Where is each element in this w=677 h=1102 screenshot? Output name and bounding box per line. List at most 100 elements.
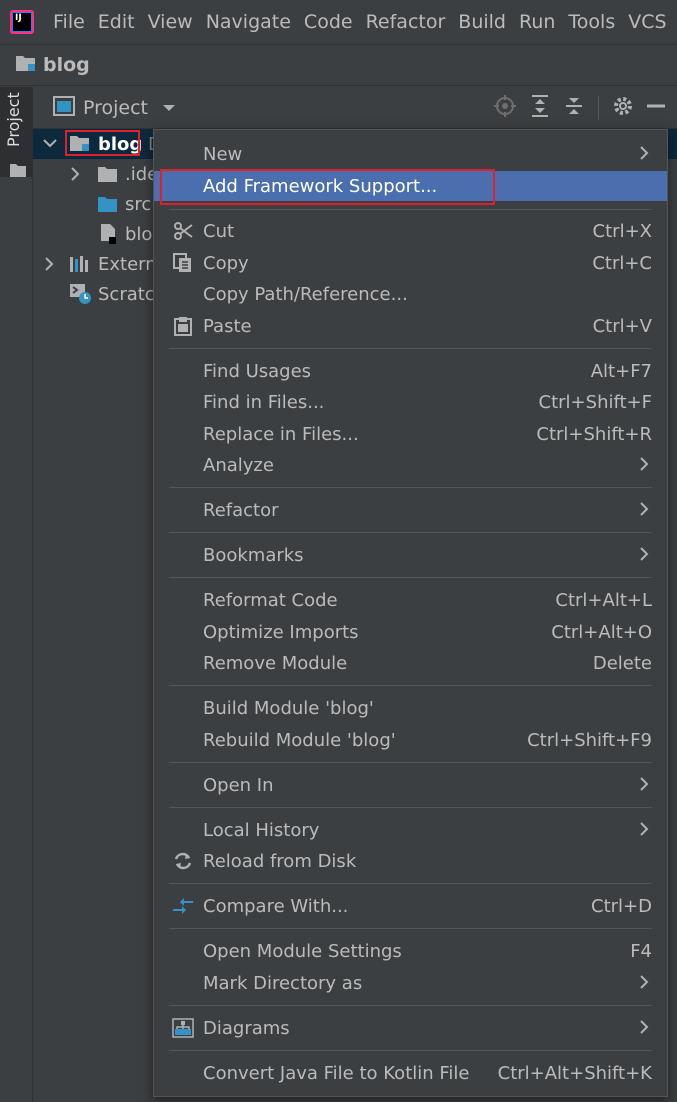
tree-label-external: Extern <box>98 253 157 275</box>
copy-icon <box>172 252 194 274</box>
project-tool-tab-label: Project <box>4 92 23 147</box>
panel-toolbar <box>494 95 665 121</box>
menu-file[interactable]: File <box>53 11 85 33</box>
add-framework-highlight-box <box>160 169 495 205</box>
menu-item-convert-to-kotlin[interactable]: Convert Java File to Kotlin File Ctrl+Al… <box>154 1058 667 1088</box>
menu-item-build-module[interactable]: Build Module 'blog' <box>154 693 667 723</box>
menu-item-reformat-code[interactable]: Reformat Code Ctrl+Alt+L <box>154 585 667 615</box>
menu-navigate[interactable]: Navigate <box>206 11 291 33</box>
menu-item-analyze[interactable]: Analyze <box>154 450 667 480</box>
menu-code[interactable]: Code <box>304 11 353 33</box>
menu-item-label: Local History <box>203 819 320 841</box>
library-icon <box>69 255 91 278</box>
menu-item-local-history[interactable]: Local History <box>154 815 667 845</box>
menu-vcs[interactable]: VCS <box>628 11 666 33</box>
menu-item-open-in[interactable]: Open In <box>154 770 667 800</box>
menu-item-shortcut: Ctrl+X <box>592 220 652 242</box>
menu-item-cut[interactable]: Cut Ctrl+X <box>154 216 667 246</box>
chevron-down-icon[interactable] <box>162 98 176 117</box>
intellij-logo-icon[interactable]: IJ <box>10 10 34 34</box>
chevron-right-icon[interactable] <box>69 166 81 187</box>
menu-refactor[interactable]: Refactor <box>366 11 446 33</box>
menu-item-copy[interactable]: Copy Ctrl+C <box>154 248 667 278</box>
collapse-all-icon[interactable] <box>564 95 584 121</box>
menu-item-label: Copy Path/Reference... <box>203 283 408 305</box>
scissors-icon <box>172 220 194 242</box>
clipboard-icon <box>172 315 194 337</box>
left-tool-strip: Project <box>0 87 33 1102</box>
chevron-right-icon <box>638 775 650 798</box>
menu-edit[interactable]: Edit <box>98 11 135 33</box>
menu-build[interactable]: Build <box>458 11 506 33</box>
menu-item-shortcut: Ctrl+V <box>592 315 652 337</box>
folder-icon <box>97 165 119 188</box>
minimize-icon[interactable] <box>647 96 665 120</box>
project-view-title[interactable]: Project <box>83 97 148 119</box>
menu-tools[interactable]: Tools <box>568 11 615 33</box>
menu-item-label: Compare With... <box>203 895 349 917</box>
menu-item-find-usages[interactable]: Find Usages Alt+F7 <box>154 356 667 386</box>
menu-separator <box>169 487 652 488</box>
chevron-right-icon <box>638 820 650 843</box>
menu-item-label: Open Module Settings <box>203 940 402 962</box>
menu-item-mark-directory-as[interactable]: Mark Directory as <box>154 968 667 998</box>
folder-icon <box>10 162 26 181</box>
menu-item-shortcut: Ctrl+Shift+F <box>538 391 652 413</box>
menu-item-diagrams[interactable]: Diagrams <box>154 1013 667 1043</box>
menu-separator <box>169 532 652 533</box>
menu-item-shortcut: Ctrl+Shift+R <box>536 423 652 445</box>
project-tool-tab[interactable]: Project <box>0 87 33 177</box>
chevron-right-icon <box>638 500 650 523</box>
menu-item-paste[interactable]: Paste Ctrl+V <box>154 311 667 341</box>
source-folder-icon <box>97 195 119 218</box>
chevron-right-icon[interactable] <box>43 256 55 277</box>
menu-item-label: Reformat Code <box>203 589 338 611</box>
menu-item-label: Replace in Files... <box>203 423 359 445</box>
menu-separator <box>169 883 652 884</box>
module-folder-icon <box>15 54 37 76</box>
menu-separator <box>169 1050 652 1051</box>
chevron-down-icon[interactable] <box>42 135 58 156</box>
menu-item-label: Build Module 'blog' <box>203 697 374 719</box>
menu-item-label: Mark Directory as <box>203 972 363 994</box>
blog-highlight-box <box>65 130 140 156</box>
menu-separator <box>169 762 652 763</box>
menu-item-label: Convert Java File to Kotlin File <box>203 1062 470 1084</box>
menu-run[interactable]: Run <box>519 11 555 33</box>
menu-item-label: Optimize Imports <box>203 621 359 643</box>
project-view-icon <box>53 95 75 120</box>
menu-bar: IJ File Edit View Navigate Code Refactor… <box>0 0 677 44</box>
locate-icon[interactable] <box>494 95 516 121</box>
divider <box>598 96 599 120</box>
menu-item-compare-with[interactable]: Compare With... Ctrl+D <box>154 891 667 921</box>
menu-view[interactable]: View <box>148 11 193 33</box>
chevron-right-icon <box>638 545 650 568</box>
tree-label-scratches: Scratcl <box>98 283 160 305</box>
gear-icon[interactable] <box>613 96 633 120</box>
project-panel-header: Project <box>33 87 677 129</box>
menu-item-label: Paste <box>203 315 252 337</box>
expand-all-icon[interactable] <box>530 95 550 121</box>
menu-item-shortcut: F4 <box>630 940 652 962</box>
menu-item-optimize-imports[interactable]: Optimize Imports Ctrl+Alt+O <box>154 617 667 647</box>
menu-item-shortcut: Alt+F7 <box>590 360 652 382</box>
tree-label-src: src <box>125 193 152 215</box>
menu-item-copy-path[interactable]: Copy Path/Reference... <box>154 279 667 309</box>
menu-item-refactor[interactable]: Refactor <box>154 495 667 525</box>
menu-item-replace-in-files[interactable]: Replace in Files... Ctrl+Shift+R <box>154 419 667 449</box>
menu-item-open-module-settings[interactable]: Open Module Settings F4 <box>154 936 667 966</box>
menu-item-rebuild-module[interactable]: Rebuild Module 'blog' Ctrl+Shift+F9 <box>154 725 667 755</box>
menu-item-label: Copy <box>203 252 249 274</box>
menu-item-remove-module[interactable]: Remove Module Delete <box>154 648 667 678</box>
chevron-right-icon <box>638 973 650 996</box>
menu-item-label: Analyze <box>203 454 274 476</box>
menu-separator <box>169 807 652 808</box>
breadcrumb-project[interactable]: blog <box>43 54 90 76</box>
menu-item-reload-from-disk[interactable]: Reload from Disk <box>154 846 667 876</box>
menu-item-new[interactable]: New <box>154 139 667 169</box>
menu-separator <box>169 928 652 929</box>
menu-item-label: Rebuild Module 'blog' <box>203 729 396 751</box>
chevron-right-icon <box>638 455 650 478</box>
menu-item-find-in-files[interactable]: Find in Files... Ctrl+Shift+F <box>154 387 667 417</box>
menu-item-bookmarks[interactable]: Bookmarks <box>154 540 667 570</box>
